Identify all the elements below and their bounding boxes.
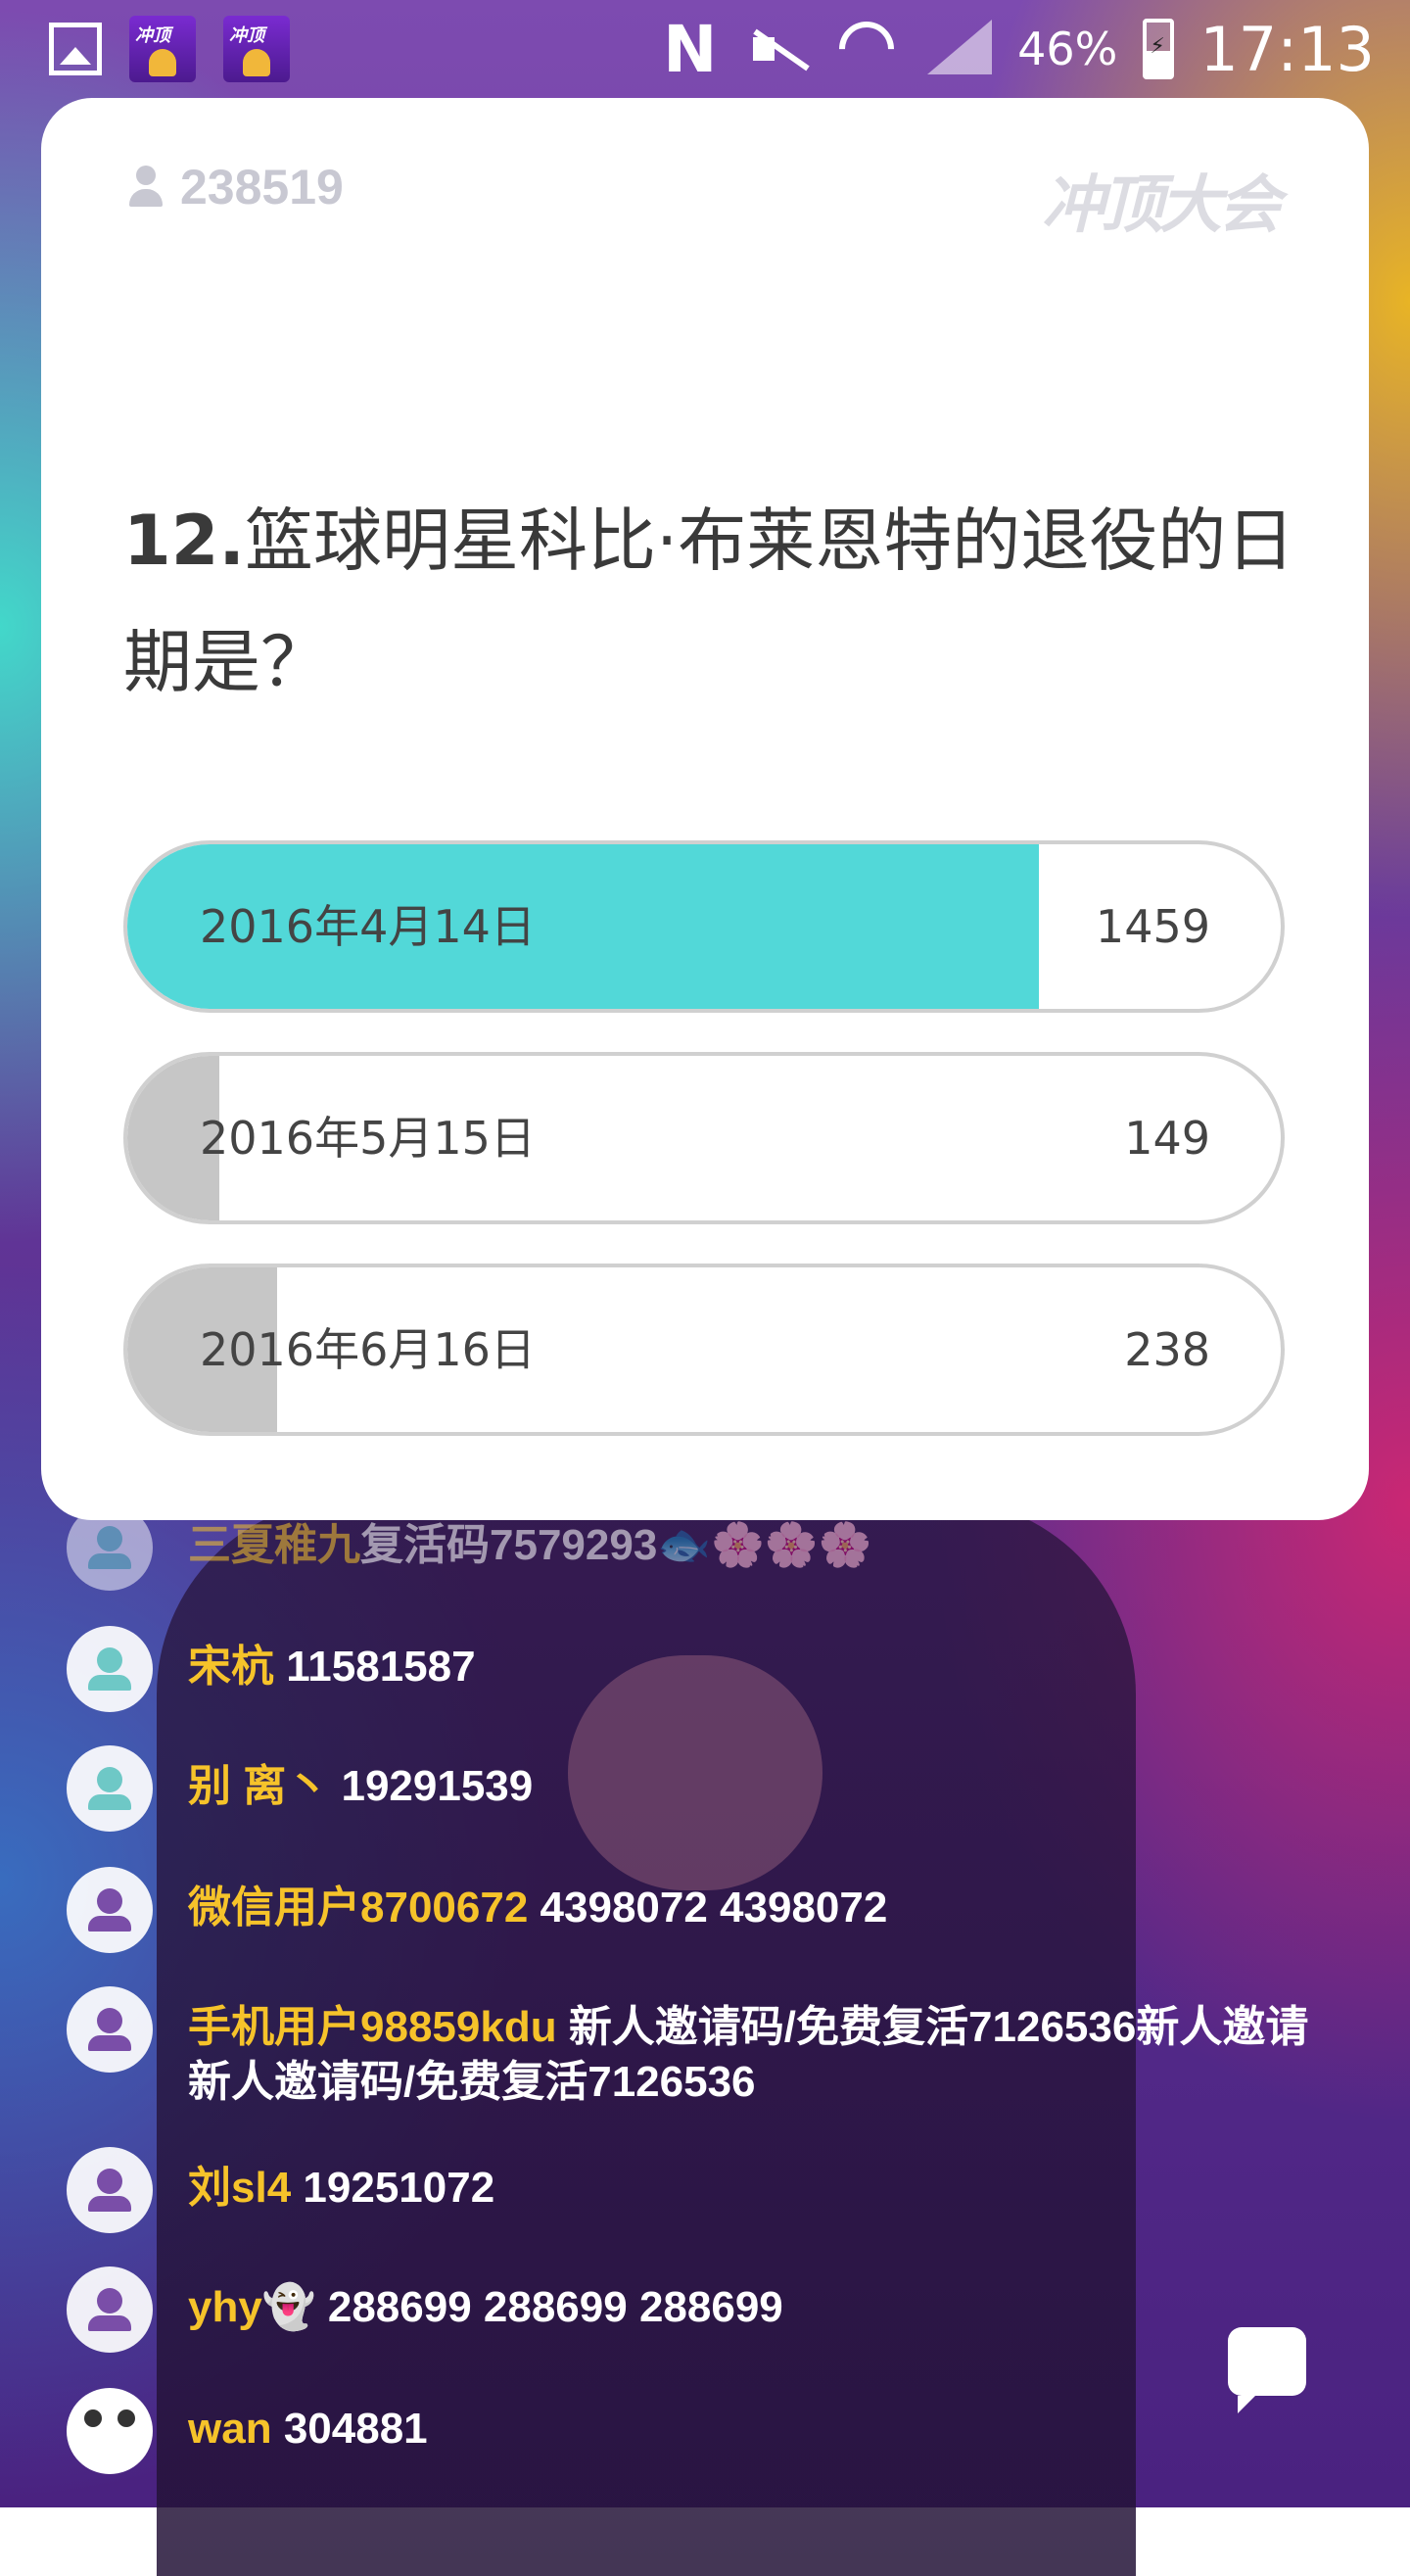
chat-username: 手机用户98859kdu (188, 2003, 557, 2051)
host-hands (568, 1655, 822, 1890)
answer-option-1[interactable]: 2016年4月14日 1459 (123, 840, 1285, 1013)
chat-message: 宋杭 11581587 (67, 1626, 476, 1712)
question-card: 238519 冲顶大会 12.篮球明星科比·布莱恩特的退役的日期是？ 2016年… (41, 98, 1369, 1520)
chat-message: 刘sl4 19251072 (67, 2147, 494, 2233)
chat-username: wan (188, 2405, 272, 2453)
app-notification-icon: 冲顶 (129, 16, 196, 82)
answer-option-2[interactable]: 2016年5月15日 149 (123, 1052, 1285, 1224)
status-bar: 冲顶 冲顶 46% 17:13 (0, 0, 1410, 98)
chat-username: 刘sl4 (188, 2164, 292, 2212)
avatar[interactable] (67, 2147, 153, 2233)
avatar[interactable] (67, 1504, 153, 1591)
chat-text: 288699 288699 288699 (327, 2283, 783, 2331)
avatar-panda[interactable] (67, 2388, 153, 2474)
avatar[interactable] (67, 1986, 153, 2073)
battery-percent: 46% (1017, 23, 1118, 75)
chat-message: 三夏稚九复活码7579293🐟🌸🌸🌸 (67, 1504, 871, 1591)
nfc-icon (659, 12, 722, 87)
chat-text: 复活码7579293🐟🌸🌸🌸 (360, 1521, 872, 1569)
chat-username: 别 离丶 (188, 1762, 330, 1810)
gallery-notification-icon (49, 23, 102, 75)
chat-username: 三夏稚九 (188, 1521, 360, 1569)
chat-text: 19251072 (303, 2164, 495, 2212)
avatar[interactable] (67, 2266, 153, 2353)
chat-text: 11581587 (286, 1643, 476, 1691)
battery-icon (1143, 19, 1175, 79)
chat-message: yhy👻 288699 288699 288699 (67, 2266, 783, 2353)
answer-option-label: 2016年5月15日 (200, 1112, 536, 1165)
chat-message: 别 离丶 19291539 (67, 1745, 533, 1832)
viewer-count-value: 238519 (180, 160, 344, 215)
question-body: 篮球明星科比·布莱恩特的退役的日期是？ (123, 501, 1295, 702)
chat-username: 宋杭 (188, 1643, 274, 1691)
question-number: 12. (123, 501, 246, 581)
chat-message: 微信用户8700672 4398072 4398072 (67, 1867, 887, 1953)
chat-text: 19291539 (341, 1762, 534, 1810)
answer-option-label: 2016年6月16日 (200, 1323, 536, 1376)
wifi-icon (835, 18, 898, 80)
chat-message: wan 304881 (67, 2388, 428, 2474)
chat-message: 手机用户98859kdu 新人邀请码/免费复活7126536新人邀请新人邀请码/… (67, 1986, 1340, 2110)
avatar[interactable] (67, 1867, 153, 1953)
answer-option-count: 238 (1124, 1323, 1210, 1376)
person-icon (129, 166, 163, 209)
chat-text: 4398072 4398072 (540, 1884, 888, 1932)
question-text: 12.篮球明星科比·布莱恩特的退役的日期是？ (123, 480, 1298, 723)
app-icon-text: 冲顶 (229, 25, 264, 46)
avatar[interactable] (67, 1745, 153, 1832)
answer-option-label: 2016年4月14日 (200, 900, 536, 953)
answer-option-count: 1459 (1095, 900, 1210, 953)
app-icon-text: 冲顶 (135, 25, 170, 46)
chat-bubble-icon[interactable] (1228, 2327, 1306, 2413)
mute-icon (747, 18, 810, 80)
answer-option-3[interactable]: 2016年6月16日 238 (123, 1264, 1285, 1436)
clock: 17:13 (1199, 13, 1375, 85)
chat-username: 微信用户8700672 (188, 1884, 529, 1932)
viewer-count: 238519 (129, 159, 344, 215)
chat-username: yhy👻 (188, 2283, 316, 2331)
answer-option-count: 149 (1124, 1112, 1210, 1165)
app-logo: 冲顶大会 (1042, 169, 1281, 242)
chat-text: 304881 (283, 2405, 428, 2453)
app-notification-icon-2: 冲顶 (223, 16, 290, 82)
avatar[interactable] (67, 1626, 153, 1712)
signal-icon (923, 18, 993, 80)
